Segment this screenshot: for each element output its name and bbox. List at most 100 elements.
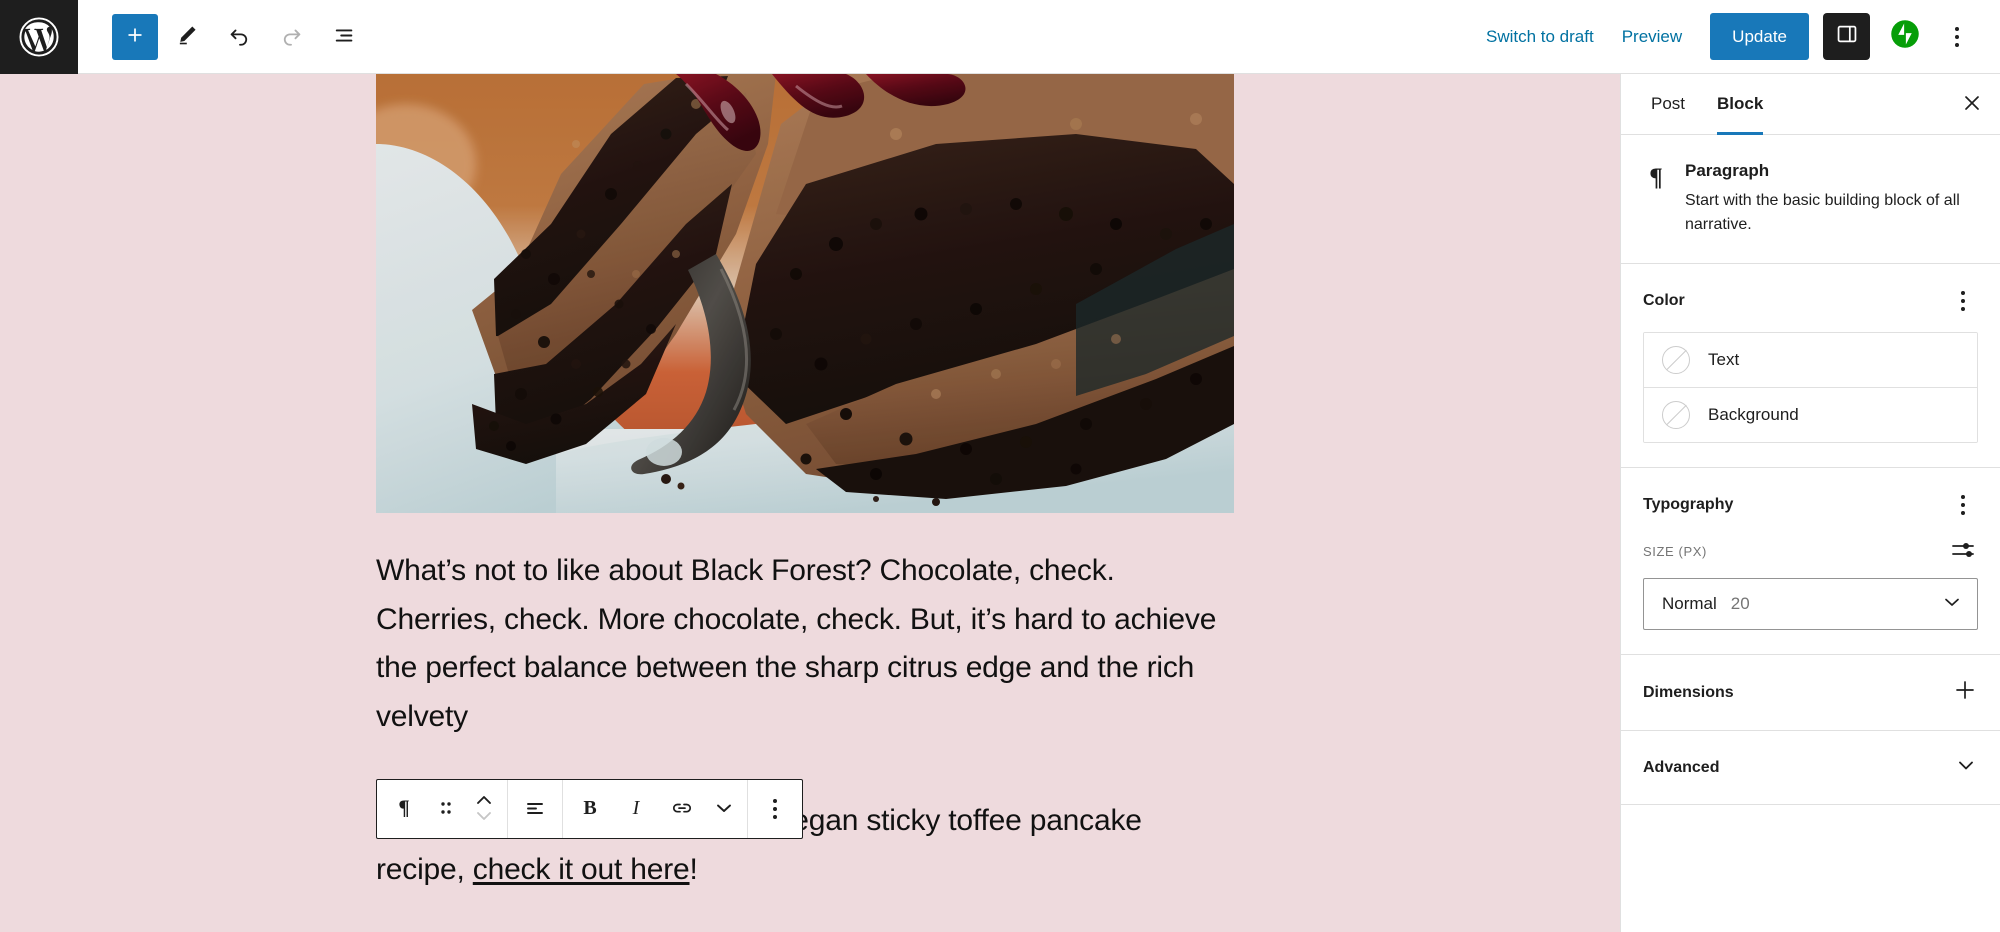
chevron-down-icon[interactable] (1954, 753, 1978, 782)
post-content-area: What’s not to like about Black Forest? C… (376, 74, 1234, 895)
color-section-title: Color (1643, 292, 1685, 309)
typography-settings-section: Typography SIZE (PX) Normal 20 (1621, 468, 2000, 655)
svg-text:¶: ¶ (1649, 164, 1663, 191)
align-text-button[interactable] (512, 780, 558, 838)
switch-to-draft-button[interactable]: Switch to draft (1472, 17, 1608, 57)
editor-canvas: What’s not to like about Black Forest? C… (0, 74, 1620, 932)
wordpress-logo-button[interactable] (0, 0, 78, 74)
font-size-label-text: SIZE (1643, 543, 1675, 559)
vertical-dots-icon (1961, 291, 1965, 311)
typography-section-title: Typography (1643, 496, 1734, 513)
drag-dots-icon (437, 797, 455, 822)
italic-button[interactable]: I (613, 780, 659, 838)
tab-block[interactable]: Block (1701, 74, 1779, 135)
block-type-paragraph-button[interactable]: ¶ (381, 780, 427, 838)
chevron-down-icon (713, 797, 735, 822)
featured-image-block[interactable] (376, 74, 1234, 513)
editor-top-bar: Switch to draft Preview Update (0, 0, 2000, 74)
cake-photo-illustration (376, 74, 1234, 513)
dimensions-settings-section[interactable]: Dimensions (1621, 655, 2000, 731)
dimensions-section-title: Dimensions (1643, 683, 1734, 701)
paragraph-pilcrow-icon: ¶ (392, 795, 416, 823)
link-icon (669, 795, 695, 824)
italic-icon: I (624, 796, 648, 823)
block-toolbar-group-align (508, 780, 563, 838)
plus-icon[interactable] (1952, 677, 1978, 708)
wordpress-logo-icon (18, 16, 60, 58)
undo-button[interactable] (216, 14, 262, 60)
no-color-swatch-icon (1662, 401, 1690, 429)
block-options-button[interactable] (752, 780, 798, 838)
block-toolbar-group-options (748, 780, 802, 838)
top-bar-right-tools: Switch to draft Preview Update (1472, 13, 2000, 60)
color-row-background[interactable]: Background (1644, 388, 1977, 442)
svg-text:I: I (632, 797, 641, 819)
svg-text:¶: ¶ (398, 796, 409, 820)
redo-arrow-icon (278, 22, 305, 52)
block-toolbar-group-format: B I (563, 780, 748, 838)
chevron-down-icon (1941, 591, 1963, 618)
block-toolbar: ¶ B I (376, 779, 803, 839)
inline-link-check-it-out-here[interactable]: check it out here (473, 853, 690, 886)
block-info-card: ¶ Paragraph Start with the basic buildin… (1621, 135, 2000, 264)
bold-icon: B (578, 796, 602, 823)
color-settings-section: Color Text Background (1621, 264, 2000, 468)
font-size-controls-button[interactable] (1948, 536, 1978, 566)
advanced-section-title: Advanced (1643, 758, 1720, 776)
block-toolbar-group-block: ¶ (377, 780, 508, 838)
color-row-text-label: Text (1708, 350, 1740, 369)
font-size-unit: (PX) (1678, 543, 1707, 559)
block-card-description: Start with the basic building block of a… (1685, 192, 1960, 233)
jetpack-button[interactable] (1882, 14, 1928, 60)
sidebar-tab-list: Post Block (1621, 74, 2000, 135)
link-button[interactable] (659, 780, 705, 838)
advanced-settings-section[interactable]: Advanced (1621, 731, 2000, 805)
font-size-label: SIZE (PX) (1643, 544, 1707, 559)
paragraph-block-one[interactable]: What’s not to like about Black Forest? C… (376, 547, 1234, 741)
tab-post[interactable]: Post (1635, 74, 1701, 134)
paragraph-two-suffix: ! (689, 852, 698, 886)
color-options-list: Text Background (1643, 332, 1978, 443)
move-up-down-button[interactable] (465, 780, 503, 838)
close-x-icon (1960, 91, 1984, 118)
redo-button[interactable] (268, 14, 314, 60)
typography-section-header: Typography (1643, 490, 1978, 520)
settings-sidebar-toggle-button[interactable] (1823, 13, 1870, 60)
close-sidebar-button[interactable] (1944, 74, 2000, 134)
color-section-options-button[interactable] (1948, 286, 1978, 316)
list-view-button[interactable] (320, 14, 366, 60)
bold-button[interactable]: B (567, 780, 613, 838)
color-row-background-label: Background (1708, 405, 1799, 424)
pencil-icon (174, 22, 200, 51)
top-bar-left-tools (78, 13, 366, 60)
color-section-header: Color (1643, 286, 1978, 316)
drag-handle-button[interactable] (427, 780, 465, 838)
preview-button[interactable]: Preview (1608, 17, 1696, 57)
svg-text:B: B (583, 797, 596, 819)
vertical-dots-icon (773, 799, 777, 819)
more-formatting-button[interactable] (705, 780, 743, 838)
sidebar-panel-icon (1834, 21, 1860, 52)
settings-sidebar: Post Block ¶ Paragraph Start with the ba… (1620, 74, 2000, 932)
jetpack-icon (1890, 19, 1920, 54)
move-up-down-chevrons-icon (474, 792, 494, 827)
list-view-icon (330, 22, 357, 52)
font-size-selected-value: 20 (1730, 594, 1750, 613)
color-row-text[interactable]: Text (1644, 333, 1977, 388)
font-size-selected-name: Normal (1662, 594, 1717, 613)
block-card-title: Paragraph (1685, 161, 1770, 180)
block-card-text: Paragraph Start with the basic building … (1685, 161, 1978, 237)
sliders-icon (1950, 539, 1976, 564)
update-button[interactable]: Update (1710, 13, 1809, 60)
block-inserter-button[interactable] (112, 13, 158, 60)
undo-arrow-icon (226, 22, 253, 52)
plus-icon (122, 22, 148, 51)
font-size-select[interactable]: Normal 20 (1643, 578, 1978, 630)
no-color-swatch-icon (1662, 346, 1690, 374)
more-options-button[interactable] (1934, 14, 1980, 60)
typography-section-options-button[interactable] (1948, 490, 1978, 520)
vertical-dots-icon (1961, 495, 1965, 515)
paragraph-pilcrow-icon: ¶ (1643, 161, 1669, 237)
tools-button[interactable] (164, 14, 210, 60)
align-left-icon (523, 796, 547, 823)
